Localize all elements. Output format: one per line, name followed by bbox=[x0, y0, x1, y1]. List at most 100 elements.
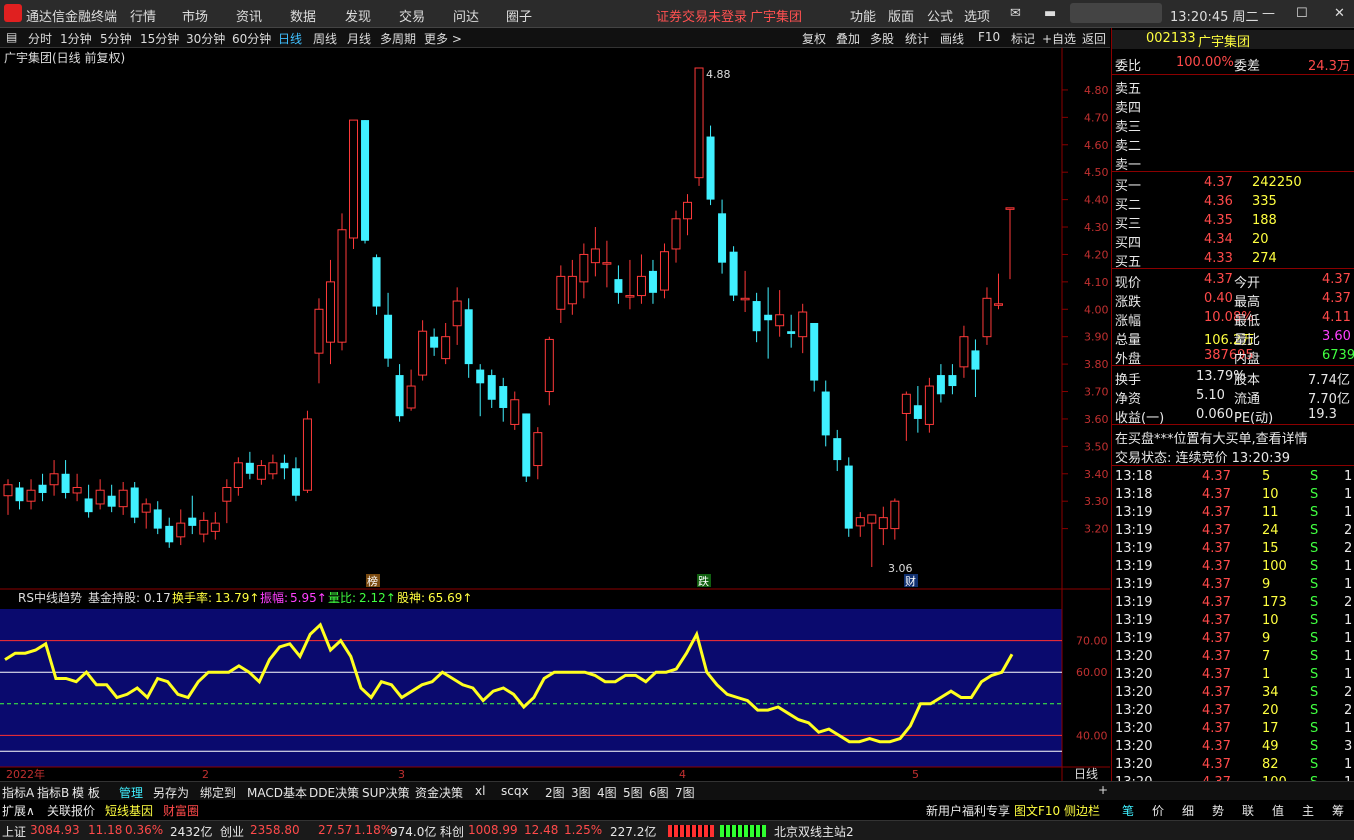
quote-stat-row[interactable]: 收益(一) 0.060 PE(动) 19.3 bbox=[1112, 406, 1354, 426]
menu-item[interactable]: 资讯 bbox=[236, 6, 262, 25]
quote-stat-row[interactable]: 外盘387695内盘673944 bbox=[1112, 347, 1354, 367]
indicator-tab[interactable]: 模 板 bbox=[72, 784, 100, 801]
menu-item[interactable]: 行情 bbox=[130, 6, 156, 25]
side-tab[interactable]: 价 bbox=[1152, 802, 1164, 819]
period-tab[interactable]: 月线 bbox=[347, 30, 371, 47]
menu-item[interactable]: 选项 bbox=[964, 6, 990, 25]
side-tab[interactable]: 值 bbox=[1272, 802, 1284, 819]
menu-item[interactable]: 发现 bbox=[345, 6, 371, 25]
candle[interactable] bbox=[130, 482, 139, 524]
ask-level[interactable]: 卖二 bbox=[1112, 134, 1354, 154]
tick-row[interactable]: 13:20 4.37 17 S 1 bbox=[1112, 720, 1354, 739]
indicator-tab[interactable]: 指标B bbox=[37, 784, 69, 801]
bid-level[interactable]: 买五 4.33 274 bbox=[1112, 250, 1354, 270]
tick-row[interactable]: 13:19 4.37 100 S 1 bbox=[1112, 558, 1354, 577]
mail-icon[interactable]: ✉ bbox=[1010, 6, 1021, 21]
candle[interactable] bbox=[694, 67, 704, 186]
side-tab[interactable]: 筹 bbox=[1332, 802, 1344, 819]
menu-item[interactable]: 公式 bbox=[927, 6, 953, 25]
menu-item[interactable]: 版面 bbox=[888, 6, 914, 25]
action-button[interactable]: 叠加 bbox=[836, 30, 860, 47]
quote-stat-row[interactable]: 涨跌 0.40 最高 4.37 bbox=[1112, 290, 1354, 310]
indicator-tab[interactable]: 6图 bbox=[649, 784, 669, 801]
menu-item[interactable]: 交易 bbox=[399, 6, 425, 25]
action-button[interactable]: 多股 bbox=[870, 30, 894, 47]
close-icon[interactable]: ✕ bbox=[1334, 6, 1345, 21]
period-tab[interactable]: 更多 > bbox=[424, 30, 462, 47]
event-marker[interactable]: 跌 bbox=[697, 574, 711, 588]
quote-stat-row[interactable]: 总量 106.2万 量比 3.60 bbox=[1112, 328, 1354, 348]
tick-row[interactable]: 13:18 4.37 5 S 1 bbox=[1112, 468, 1354, 487]
window-max-icon[interactable]: ☐ bbox=[1296, 6, 1308, 21]
event-marker[interactable]: 财 bbox=[904, 574, 918, 588]
grid-icon[interactable]: ▤ bbox=[6, 30, 17, 44]
tick-row[interactable]: 13:20 4.37 20 S 2 bbox=[1112, 702, 1354, 721]
action-button[interactable]: 复权 bbox=[802, 30, 826, 47]
notice[interactable]: 在买盘***位置有大买单,查看详情 bbox=[1112, 427, 1354, 447]
indicator-tab[interactable]: MACD基本 bbox=[247, 784, 307, 801]
tick-row[interactable]: 13:19 4.37 9 S 1 bbox=[1112, 630, 1354, 649]
side-tab[interactable]: 主 bbox=[1302, 802, 1314, 819]
side-tab[interactable]: 联 bbox=[1242, 802, 1254, 819]
menu-item[interactable]: 功能 bbox=[850, 6, 876, 25]
add-icon[interactable]: + bbox=[1098, 783, 1108, 797]
candle[interactable] bbox=[361, 120, 370, 244]
ask-level[interactable]: 卖三 bbox=[1112, 115, 1354, 135]
tick-row[interactable]: 13:20 4.37 1 S 1 bbox=[1112, 666, 1354, 685]
indicator-tab[interactable]: 3图 bbox=[571, 784, 591, 801]
period-tab[interactable]: 15分钟 bbox=[140, 30, 179, 47]
indicator-tab[interactable]: 4图 bbox=[597, 784, 617, 801]
server-name[interactable]: 北京双线主站2 bbox=[774, 823, 854, 840]
candle[interactable] bbox=[337, 213, 347, 351]
side-tab[interactable]: 势 bbox=[1212, 802, 1224, 819]
action-button[interactable]: +自选 bbox=[1042, 30, 1076, 47]
kline-chart[interactable]: 广宇集团(日线 前复权) 4.80 4.70 4.60 4.50 4.40 4.30 4.2… bbox=[0, 48, 1110, 781]
ask-level[interactable]: 卖一 bbox=[1112, 153, 1354, 173]
indicator-tab[interactable]: 2图 bbox=[545, 784, 565, 801]
indicator-tab[interactable]: 5图 bbox=[623, 784, 643, 801]
action-button[interactable]: F10 bbox=[978, 30, 1000, 44]
tick-row[interactable]: 13:19 4.37 24 S 2 bbox=[1112, 522, 1354, 541]
candle[interactable] bbox=[372, 254, 381, 315]
extension-tab[interactable]: 扩展∧ bbox=[2, 802, 35, 819]
menu-item[interactable]: 圈子 bbox=[506, 6, 532, 25]
period-tab[interactable]: 60分钟 bbox=[232, 30, 271, 47]
ask-level[interactable]: 卖四 bbox=[1112, 96, 1354, 116]
bid-level[interactable]: 买三 4.35 188 bbox=[1112, 212, 1354, 232]
extension-tab[interactable]: 短线基因 bbox=[105, 802, 153, 819]
tick-row[interactable]: 13:19 4.37 11 S 1 bbox=[1112, 504, 1354, 523]
side-tab[interactable]: 细 bbox=[1182, 802, 1194, 819]
bid-level[interactable]: 买二 4.36 335 bbox=[1112, 193, 1354, 213]
period-tab[interactable]: 1分钟 bbox=[60, 30, 92, 47]
tick-row[interactable]: 13:19 4.37 9 S 1 bbox=[1112, 576, 1354, 595]
window-min-icon[interactable]: — bbox=[1262, 6, 1275, 21]
bid-level[interactable]: 买一 4.37 242250 bbox=[1112, 174, 1354, 194]
action-button[interactable]: 画线 bbox=[940, 30, 964, 47]
candle[interactable] bbox=[844, 457, 853, 537]
minimize-icon[interactable]: ▬ bbox=[1044, 6, 1056, 21]
menu-item[interactable]: 数据 bbox=[290, 6, 316, 25]
event-marker[interactable]: 榜 bbox=[366, 574, 380, 588]
candle[interactable] bbox=[706, 125, 715, 206]
tick-row[interactable]: 13:18 4.37 10 S 1 bbox=[1112, 486, 1354, 505]
period-tab[interactable]: 5分钟 bbox=[100, 30, 132, 47]
login-notice[interactable]: 证券交易未登录 bbox=[656, 6, 747, 25]
tick-row[interactable]: 13:20 4.37 49 S 3 bbox=[1112, 738, 1354, 757]
tick-row[interactable]: 13:19 4.37 15 S 2 bbox=[1112, 540, 1354, 559]
tick-row[interactable]: 13:20 4.37 34 S 2 bbox=[1112, 684, 1354, 703]
indicator-tab[interactable]: 另存为 bbox=[153, 784, 189, 801]
candle[interactable] bbox=[349, 119, 359, 249]
indicator-tab[interactable]: 管理 bbox=[119, 784, 143, 801]
indicator-tab[interactable]: xl bbox=[475, 784, 485, 798]
quote-stat-row[interactable]: 涨幅 10.08% 最低 4.11 bbox=[1112, 309, 1354, 329]
promo-link[interactable]: 新用户福利专享 bbox=[926, 802, 1010, 819]
indicator-tab[interactable]: 资金决策 bbox=[415, 784, 463, 801]
indicator-tab[interactable]: 指标A bbox=[2, 784, 34, 801]
tick-row[interactable]: 13:19 4.37 10 S 1 bbox=[1112, 612, 1354, 631]
quote-stat-row[interactable]: 换手 13.79% 股本 7.74亿 bbox=[1112, 368, 1354, 388]
indicator-tab[interactable]: scqx bbox=[501, 784, 529, 798]
indicator-tab[interactable]: SUP决策 bbox=[362, 784, 410, 801]
extension-tab[interactable]: 关联报价 bbox=[47, 802, 95, 819]
quote-stat-row[interactable]: 现价 4.37 今开 4.37 bbox=[1112, 271, 1354, 291]
candle[interactable] bbox=[924, 377, 934, 433]
